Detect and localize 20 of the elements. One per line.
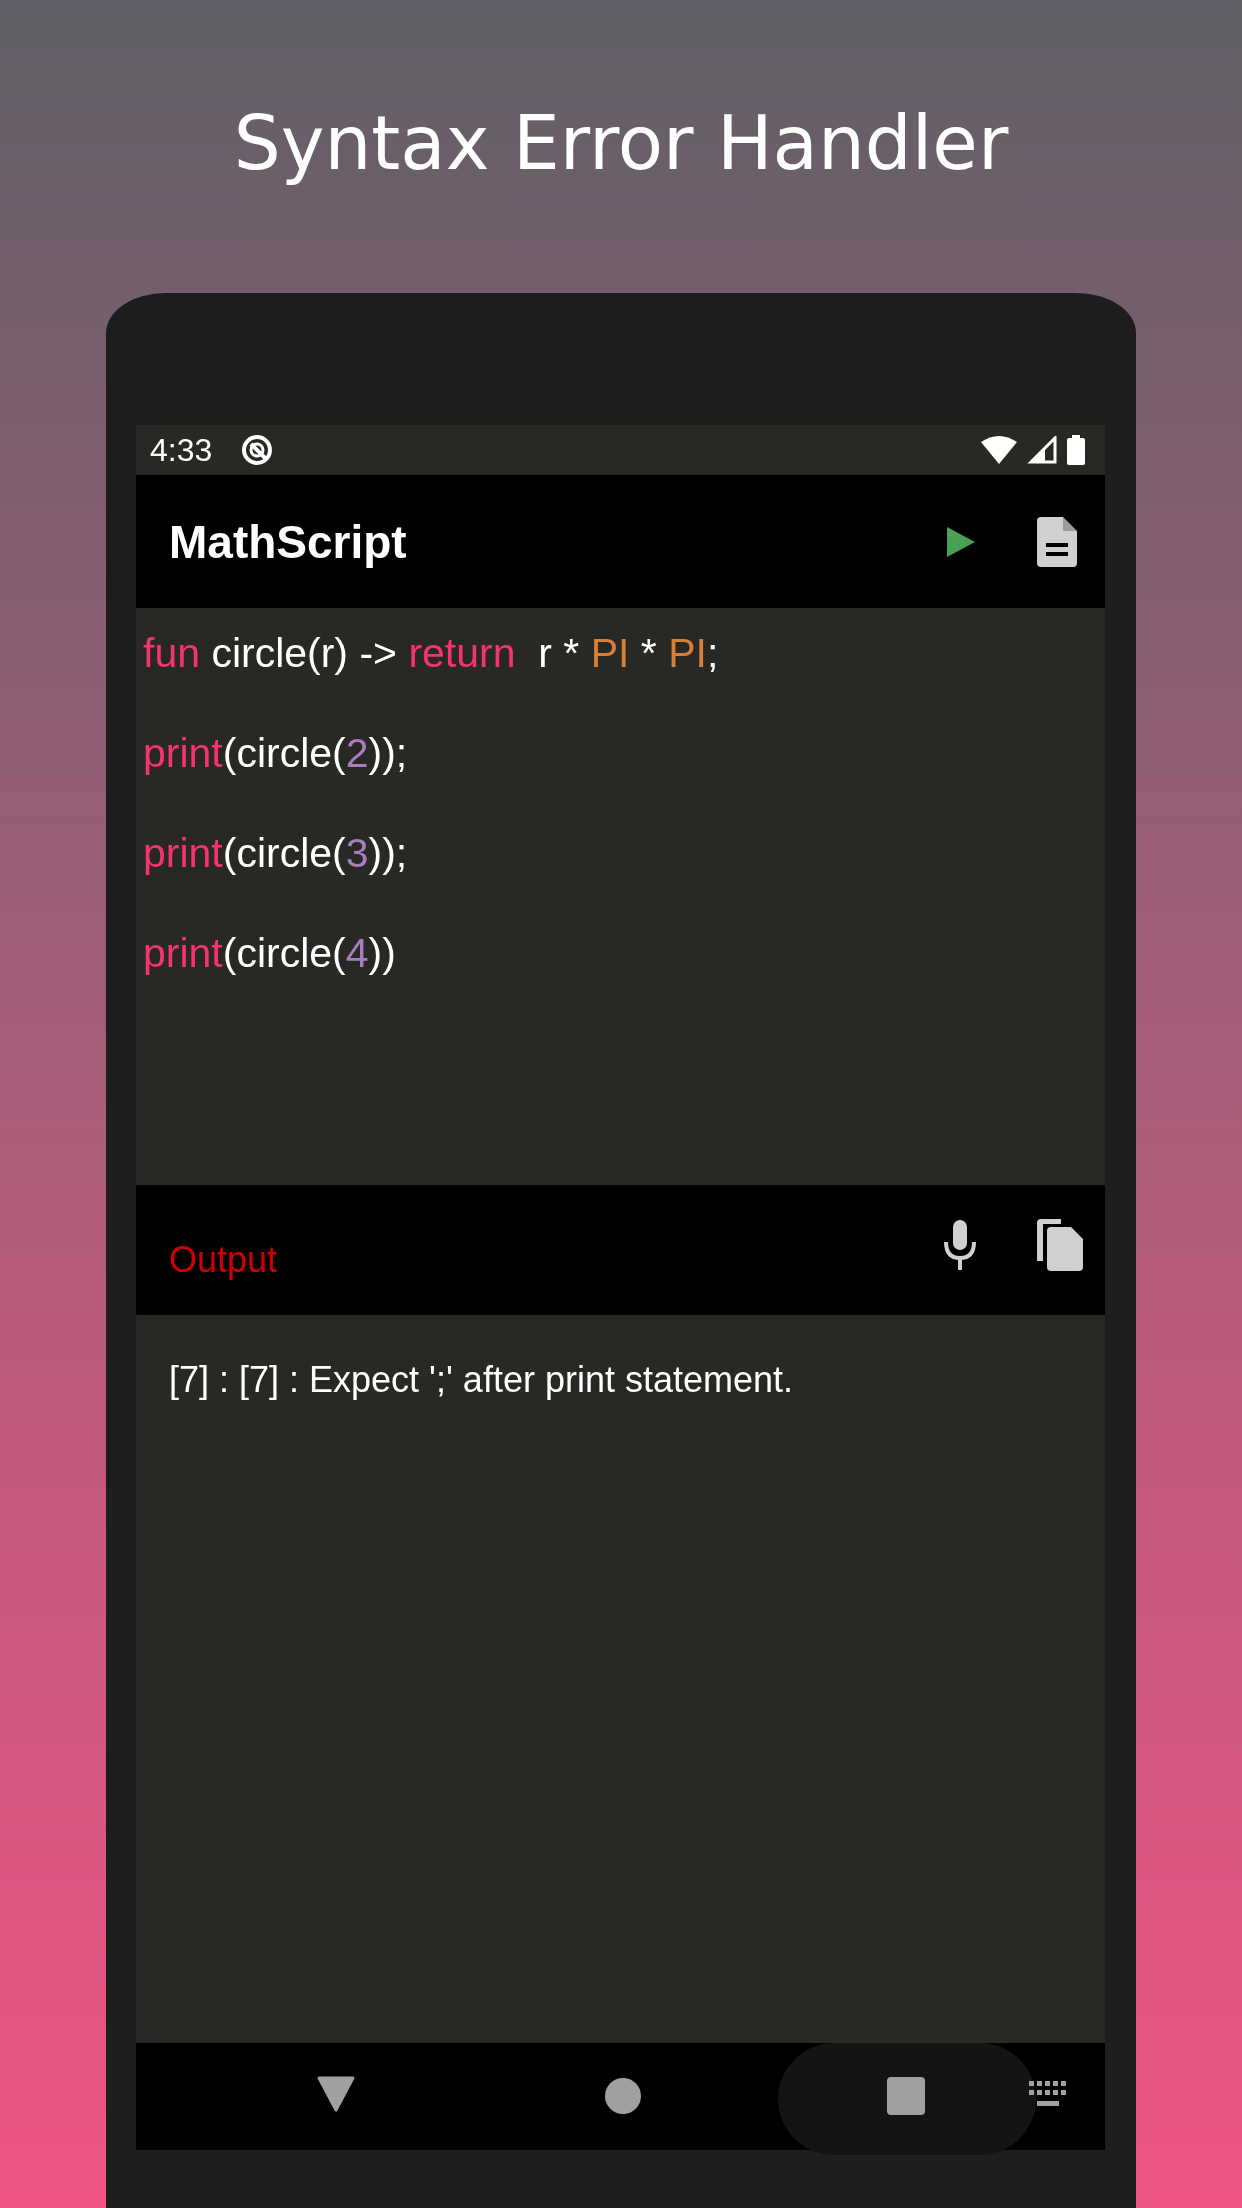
output-title: Output <box>169 1239 278 1281</box>
error-message: [7] : [7] : Expect ';' after print statement. <box>169 1359 795 1401</box>
page-heading: Syntax Error Handler <box>233 99 1009 188</box>
microphone-icon[interactable] <box>943 1220 977 1270</box>
home-icon[interactable] <box>605 2078 641 2114</box>
signal-icon <box>1027 436 1057 464</box>
document-icon[interactable] <box>1037 516 1077 567</box>
code-line: fun circle(r) -> return r * PI * PI; <box>142 629 720 678</box>
wifi-icon <box>981 436 1017 464</box>
code-line: print(circle(2)); <box>142 729 409 778</box>
copy-icon[interactable] <box>1037 1219 1083 1271</box>
notification-icon <box>240 433 275 467</box>
code-line: print(circle(4)) <box>142 929 397 978</box>
status-time: 4:33 <box>150 431 213 469</box>
battery-icon <box>1067 435 1085 465</box>
code-editor[interactable]: fun circle(r) -> return r * PI * PI; print(circle(2)); print(circle(3)); print(circle(4)) <box>136 608 1105 1185</box>
back-icon[interactable] <box>317 2076 355 2112</box>
play-icon[interactable] <box>945 524 977 559</box>
app-title: MathScript <box>169 514 407 569</box>
code-line: print(circle(3)); <box>142 829 409 878</box>
